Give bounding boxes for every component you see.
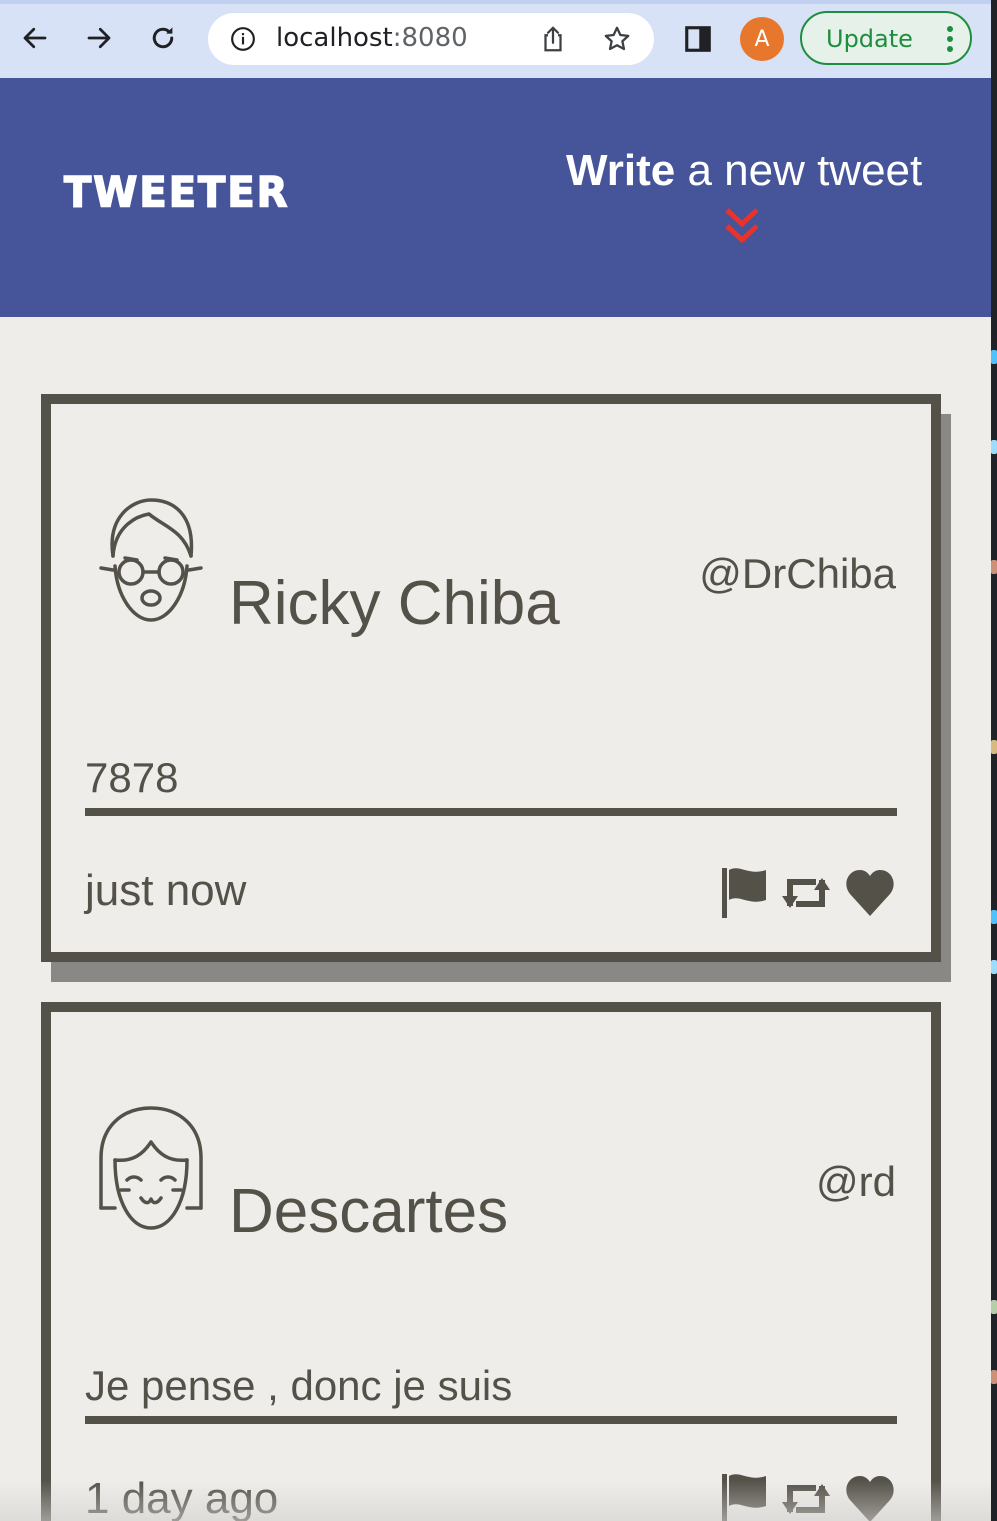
- profile-initial: A: [754, 26, 770, 52]
- compose-toggle[interactable]: Write a new tweet: [560, 146, 930, 256]
- reload-icon: [152, 27, 174, 49]
- profile-avatar[interactable]: A: [740, 17, 784, 61]
- address-bar[interactable]: localhost:8080: [208, 13, 654, 65]
- girl-with-bangs-avatar-icon: [99, 1106, 203, 1230]
- url-host: localhost: [276, 23, 393, 53]
- star-icon[interactable]: [602, 24, 632, 54]
- retweet-icon[interactable]: [780, 866, 832, 920]
- background-editor-edge: [991, 0, 997, 1521]
- tweet-timestamp: just now: [85, 866, 247, 915]
- tab-strip-edge: [0, 0, 991, 4]
- tweet-timestamp: 1 day ago: [85, 1474, 279, 1521]
- share-icon[interactable]: [538, 24, 568, 54]
- tweet-author-handle: @DrChiba: [699, 550, 896, 597]
- update-label: Update: [826, 25, 913, 53]
- forward-button[interactable]: [79, 18, 119, 58]
- tweet-actions: [718, 866, 896, 920]
- back-icon: [23, 27, 47, 49]
- compose-label-rest: a new tweet: [675, 146, 923, 195]
- url-port: :8080: [392, 23, 468, 53]
- tweet-feed: Ricky Chiba @DrChiba 7878 just now Desca…: [0, 317, 991, 1521]
- tweet-card: Descartes @rd Je pense , donc je suis 1 …: [41, 1002, 941, 1521]
- compose-label-bold: Write: [566, 146, 676, 195]
- tweet-author-name: Descartes: [229, 1177, 509, 1246]
- boy-with-glasses-avatar-icon: [99, 498, 203, 622]
- tweet-author-name: Ricky Chiba: [229, 569, 560, 638]
- tweet-content: Je pense , donc je suis: [85, 1362, 897, 1424]
- update-button[interactable]: Update: [800, 11, 972, 65]
- compose-label[interactable]: Write a new tweet: [566, 146, 922, 196]
- tweet-author-handle: @rd: [816, 1158, 896, 1205]
- site-logo: TWEETER: [63, 168, 290, 218]
- double-chevron-down-icon[interactable]: [723, 206, 761, 246]
- forward-icon: [87, 27, 111, 49]
- back-button[interactable]: [15, 18, 55, 58]
- info-icon[interactable]: [230, 26, 256, 52]
- heart-icon[interactable]: [844, 1472, 896, 1521]
- site-header: TWEETER Write a new tweet: [0, 78, 991, 317]
- kebab-menu-icon[interactable]: [946, 25, 954, 53]
- browser-toolbar: localhost:8080 A Update: [0, 0, 991, 78]
- browser-window: localhost:8080 A Update TWEETER Write a …: [0, 0, 991, 1521]
- flag-icon[interactable]: [718, 866, 770, 920]
- tweet-card: Ricky Chiba @DrChiba 7878 just now: [41, 394, 941, 962]
- flag-icon[interactable]: [718, 1472, 770, 1521]
- tweet-content: 7878: [85, 754, 897, 816]
- retweet-icon[interactable]: [780, 1472, 832, 1521]
- side-panel-icon[interactable]: [683, 24, 713, 54]
- heart-icon[interactable]: [844, 866, 896, 920]
- reload-button[interactable]: [143, 18, 183, 58]
- url-text[interactable]: localhost:8080: [276, 23, 468, 53]
- tweet-actions: [718, 1472, 896, 1521]
